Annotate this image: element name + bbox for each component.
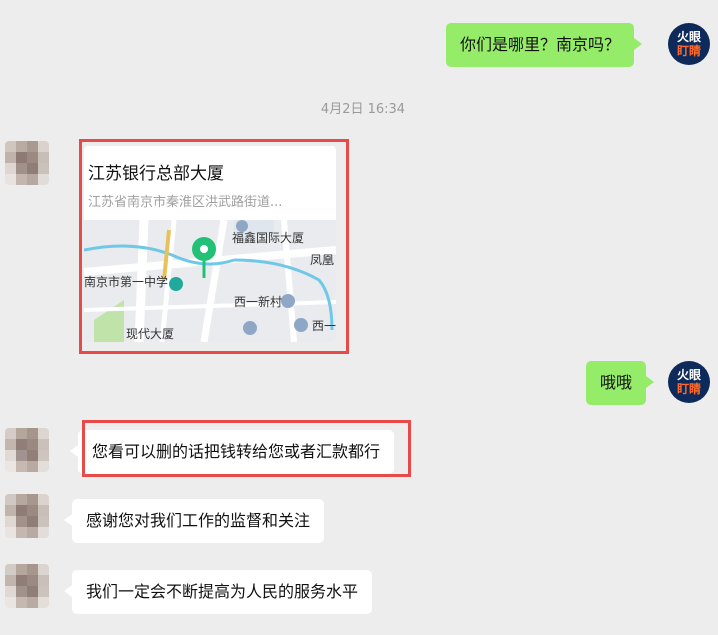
message-text: 我们一定会不断提高为人民的服务水平 [86, 582, 359, 601]
highlight-box [82, 420, 411, 477]
contact-avatar[interactable] [5, 564, 49, 608]
timestamp: 4月2日 16:34 [320, 102, 406, 117]
highlight-box [79, 139, 349, 354]
message-bubble-outgoing[interactable]: 哦哦 [586, 361, 655, 405]
self-avatar[interactable]: 火眼 盯睛 [668, 361, 710, 403]
message-text: 你们是哪里？南京吗？ [460, 35, 621, 54]
contact-avatar[interactable] [5, 494, 49, 538]
avatar-logo-line1: 火眼 [676, 368, 701, 382]
message-text: 哦哦 [600, 373, 633, 392]
avatar-logo-line1: 火眼 [676, 30, 701, 44]
message-bubble-incoming[interactable]: 我们一定会不断提高为人民的服务水平 [63, 570, 373, 614]
message-text: 感谢您对我们工作的监督和关注 [86, 511, 311, 530]
contact-avatar[interactable] [5, 141, 49, 185]
message-bubble-incoming[interactable]: 感谢您对我们工作的监督和关注 [63, 499, 325, 543]
self-avatar[interactable]: 火眼 盯睛 [668, 23, 710, 65]
message-bubble-outgoing[interactable]: 你们是哪里？南京吗？ [446, 23, 643, 67]
avatar-logo-line2: 盯睛 [676, 382, 701, 396]
avatar-logo-line2: 盯睛 [676, 44, 701, 58]
contact-avatar[interactable] [5, 428, 49, 472]
